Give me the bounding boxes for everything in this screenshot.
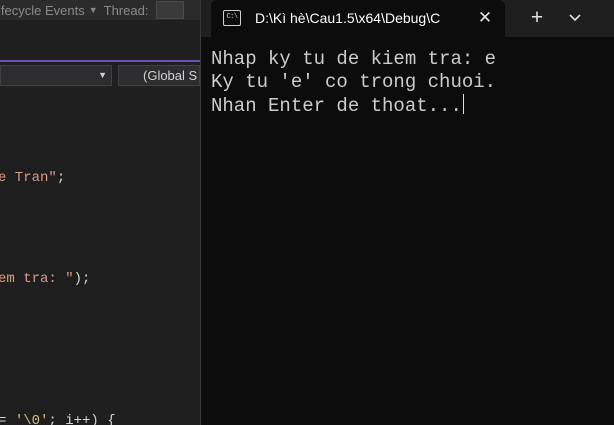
terminal-window: C:\ D:\Kì hè\Cau1.5\x64\Debug\C ✕ + Nhap… xyxy=(200,0,614,425)
code-line: em tra: "); xyxy=(0,271,91,287)
vs-document-tab-well xyxy=(0,20,200,60)
console-icon: C:\ xyxy=(223,10,241,26)
code-line: = '\0'; i++) { xyxy=(0,413,116,425)
profile-dropdown-button[interactable] xyxy=(559,6,591,32)
tab-title: D:\Kì hè\Cau1.5\x64\Debug\C xyxy=(255,10,441,26)
vs-debug-toolbar: ifecycle Events ▼ Thread: xyxy=(0,0,200,20)
thread-dropdown[interactable] xyxy=(156,1,185,19)
terminal-tab[interactable]: C:\ D:\Kì hè\Cau1.5\x64\Debug\C ✕ xyxy=(211,0,505,37)
output-line: Nhap ky tu de kiem tra: e xyxy=(211,48,497,70)
lifecycle-events-label[interactable]: ifecycle Events xyxy=(0,3,85,18)
code-editor[interactable]: e Tran"; em tra: "); = '\0'; i++) { xyxy=(0,88,200,425)
thread-label: Thread: xyxy=(103,2,149,18)
output-line-prompt: Nhan Enter de thoat... xyxy=(211,94,464,117)
chevron-down-icon xyxy=(569,14,581,22)
chevron-down-icon: ▼ xyxy=(98,70,107,80)
console-output[interactable]: Nhap ky tu de kiem tra: e Ky tu 'e' co t… xyxy=(211,48,608,118)
text-cursor xyxy=(462,94,464,114)
chevron-down-icon[interactable]: ▼ xyxy=(89,5,98,15)
output-line: Ky tu 'e' co trong chuoi. xyxy=(211,71,497,93)
scope-dropdown[interactable]: (Global S xyxy=(118,65,200,86)
code-line: e Tran"; xyxy=(0,170,66,186)
terminal-tab-bar: C:\ D:\Kì hè\Cau1.5\x64\Debug\C ✕ + xyxy=(201,0,614,37)
close-tab-button[interactable]: ✕ xyxy=(475,8,495,28)
new-tab-button[interactable]: + xyxy=(521,6,553,32)
project-dropdown[interactable]: ▼ xyxy=(0,65,112,86)
vs-navigation-bar: ▼ (Global S xyxy=(0,60,200,88)
